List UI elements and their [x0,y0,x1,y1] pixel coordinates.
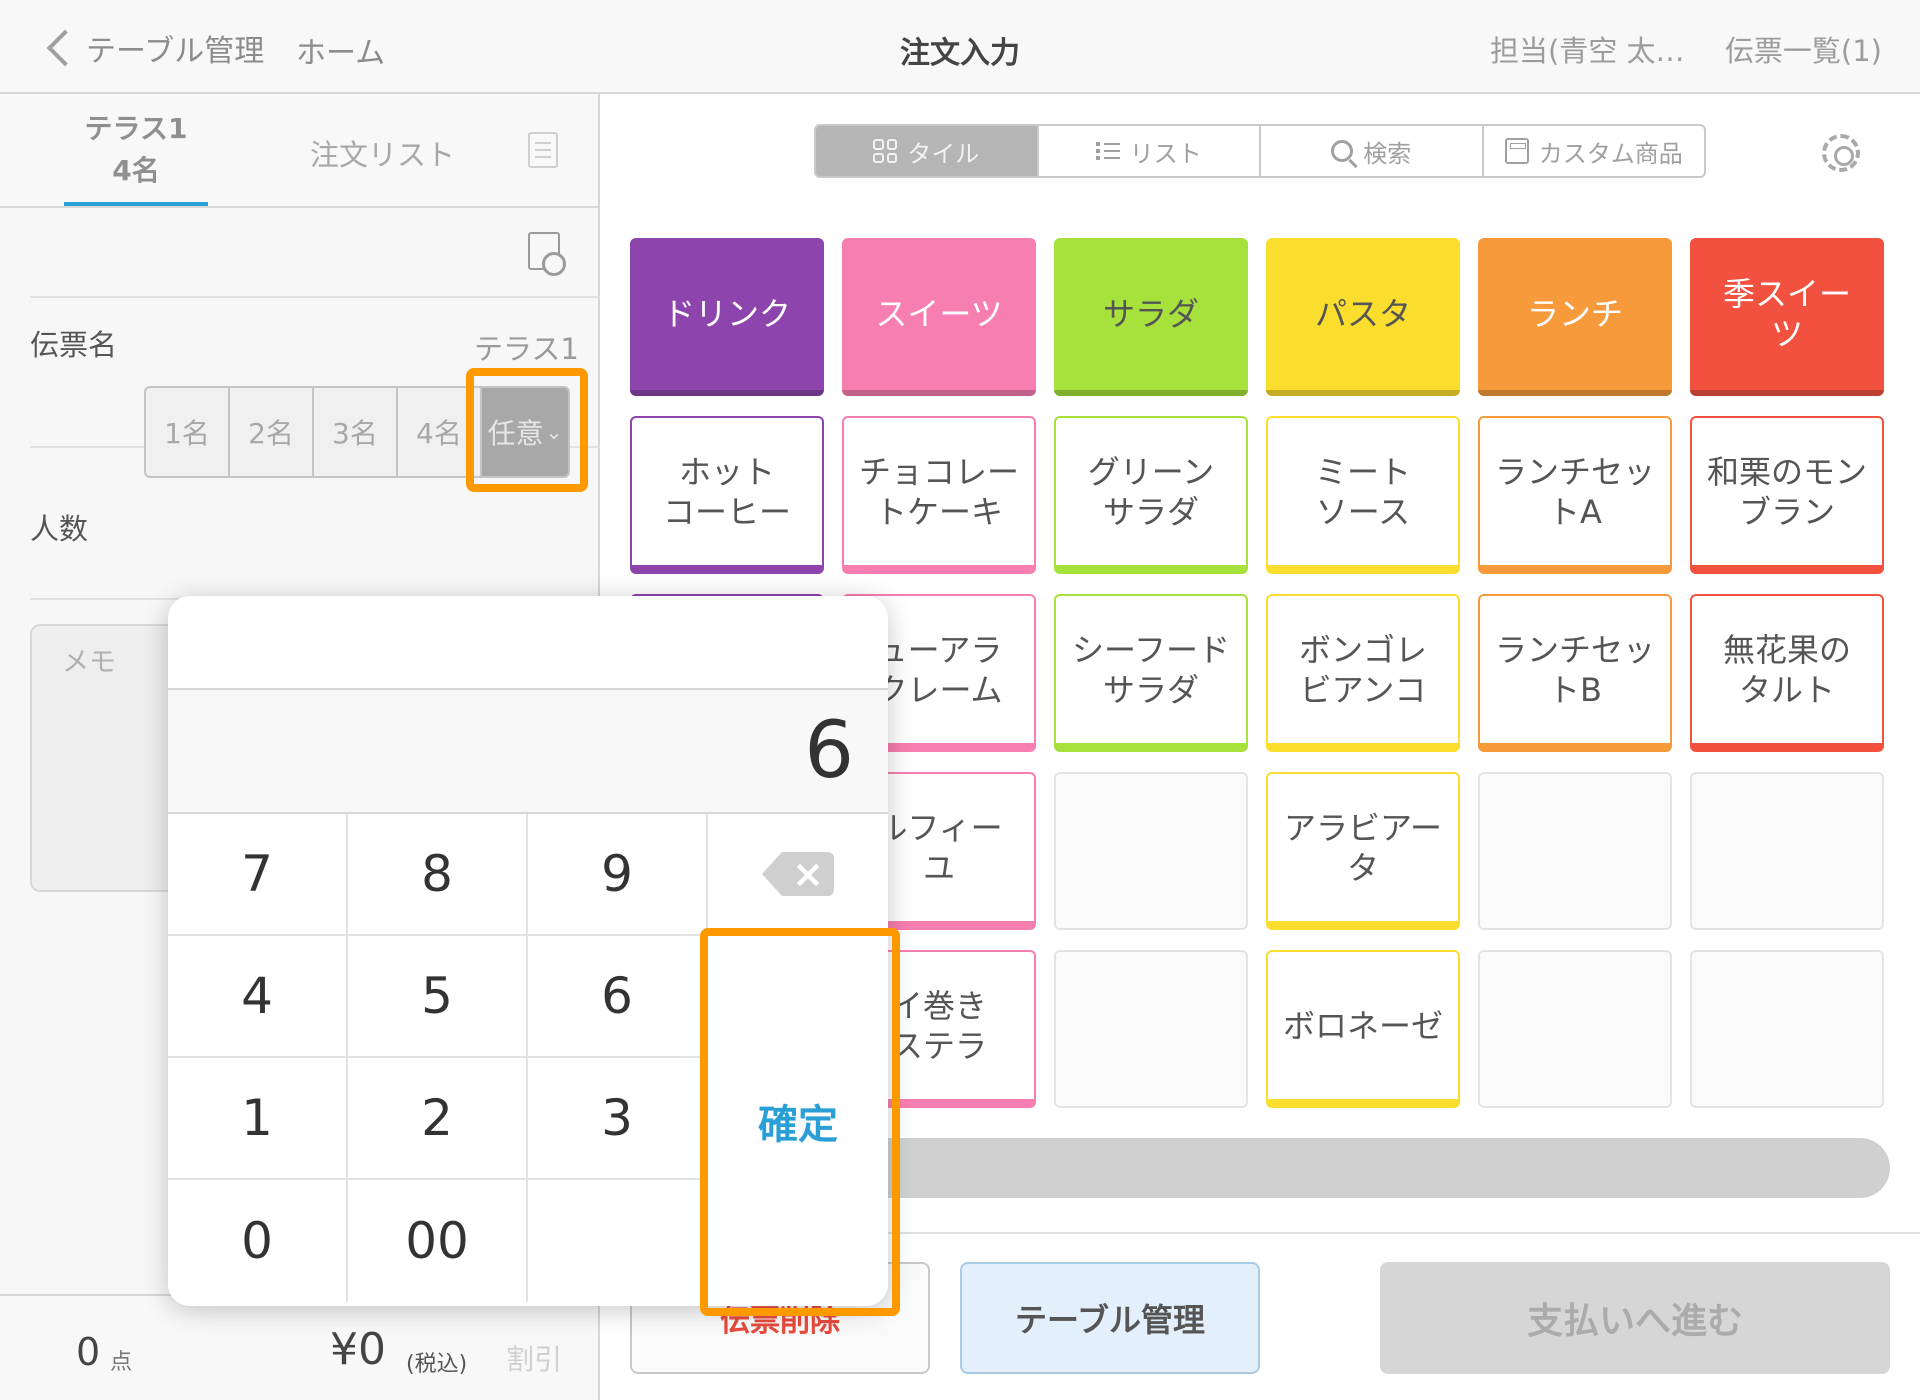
product-tile[interactable]: 和栗のモン ブラン [1690,416,1884,574]
back-label: テーブル管理 [86,34,265,69]
view-mode-tabs: タイル リスト 検索 カスタム商品 [814,124,1706,178]
tab-tile-view[interactable]: タイル [816,126,1039,176]
product-tile[interactable]: ボンゴレ ビアンコ [1266,594,1460,752]
key-0[interactable]: 0 [168,1180,348,1302]
empty-tile [1054,772,1248,930]
key-8[interactable]: 8 [348,814,528,936]
product-tile[interactable]: ホット コーヒー [630,416,824,574]
empty-tile [1478,772,1672,930]
tax-note: (税込) [406,1352,468,1377]
people-option-1[interactable]: 1名 [146,388,230,476]
tab-list-view[interactable]: リスト [1039,126,1261,176]
panel-tabs: テラス1 4名 注文リスト [0,94,598,208]
slip-settings-icon[interactable] [528,232,566,276]
product-tile[interactable]: ボロネーゼ [1266,950,1460,1108]
empty-tile [1478,950,1672,1108]
product-tile[interactable]: グリーン サラダ [1054,416,1248,574]
people-option-2[interactable]: 2名 [230,388,314,476]
key-00[interactable]: 00 [348,1180,528,1302]
people-option-3[interactable]: 3名 [314,388,398,476]
tab-custom-product[interactable]: カスタム商品 [1484,126,1705,176]
chevron-left-icon [46,29,84,67]
calculator-icon [1504,138,1529,164]
slip-name-label: 伝票名 [30,328,118,362]
empty-tile [1690,772,1884,930]
item-count: 0 [76,1330,101,1374]
key-2[interactable]: 2 [348,1058,528,1180]
page-title: 注文入力 [900,36,1020,71]
top-nav-bar: テーブル管理 ホーム 注文入力 担当(青空 太… 伝票一覧(1) [0,0,1920,94]
backspace-icon [762,852,834,896]
tab-slip-name: テラス1 [84,112,188,145]
item-count-unit: 点 [110,1350,133,1375]
category-salad[interactable]: サラダ [1054,238,1248,396]
discount-button[interactable]: 割引 [506,1338,562,1378]
list-icon [1095,141,1120,161]
tab-search[interactable]: 検索 [1261,126,1484,176]
proceed-to-payment-button[interactable]: 支払いへ進む [1380,1262,1890,1374]
tab-order-list[interactable]: 注文リスト [310,132,455,174]
home-link[interactable]: ホーム [296,28,385,72]
back-button[interactable]: テーブル管理 [40,26,264,70]
highlight-frame-confirm [700,928,900,1316]
total-amount: ¥0 [330,1324,386,1375]
key-3[interactable]: 3 [528,1058,708,1180]
backspace-button[interactable] [708,814,888,936]
product-tile[interactable]: シーフード サラダ [1054,594,1248,752]
key-4[interactable]: 4 [168,936,348,1058]
key-6[interactable]: 6 [528,936,708,1058]
key-1[interactable]: 1 [168,1058,348,1180]
grid-icon [873,139,898,163]
keypad-display: 6 [168,690,888,814]
category-seasonal-sweets[interactable]: 季スイーツ [1690,238,1884,396]
slip-name-value[interactable]: テラス1 [474,326,579,368]
key-9[interactable]: 9 [528,814,708,936]
product-tile[interactable]: ランチセッ トA [1478,416,1672,574]
people-label: 人数 [30,512,89,546]
keypad-header [168,596,888,690]
key-blank [528,1180,708,1302]
category-pasta[interactable]: パスタ [1266,238,1460,396]
category-lunch[interactable]: ランチ [1478,238,1672,396]
memo-placeholder: メモ [62,647,116,678]
divider [30,296,600,298]
gear-icon[interactable] [1822,134,1860,172]
receipt-icon[interactable] [528,132,558,168]
staff-selector[interactable]: 担当(青空 太… [1490,28,1685,70]
horizontal-scrollbar[interactable] [820,1138,1890,1198]
product-tile[interactable]: チョコレー トケーキ [842,416,1036,574]
product-tile[interactable]: 無花果の タルト [1690,594,1884,752]
product-tile[interactable]: アラビアータ [1266,772,1460,930]
slip-list-link[interactable]: 伝票一覧(1) [1725,28,1882,70]
category-drink[interactable]: ドリンク [630,238,824,396]
product-tile[interactable]: ランチセッ トB [1478,594,1672,752]
active-tab-indicator [64,202,208,206]
tab-people-count: 4名 [112,154,160,187]
highlight-frame-custom [466,368,588,492]
product-tile[interactable]: ミート ソース [1266,416,1460,574]
empty-tile [1690,950,1884,1108]
table-manage-button[interactable]: テーブル管理 [960,1262,1260,1374]
tab-slip-info[interactable]: テラス1 4名 [64,108,208,192]
empty-tile [1054,950,1248,1108]
order-summary-footer: 0 点 ¥0 (税込) 割引 [0,1294,598,1400]
search-icon [1331,140,1354,162]
key-5[interactable]: 5 [348,936,528,1058]
category-sweets[interactable]: スイーツ [842,238,1036,396]
key-7[interactable]: 7 [168,814,348,936]
